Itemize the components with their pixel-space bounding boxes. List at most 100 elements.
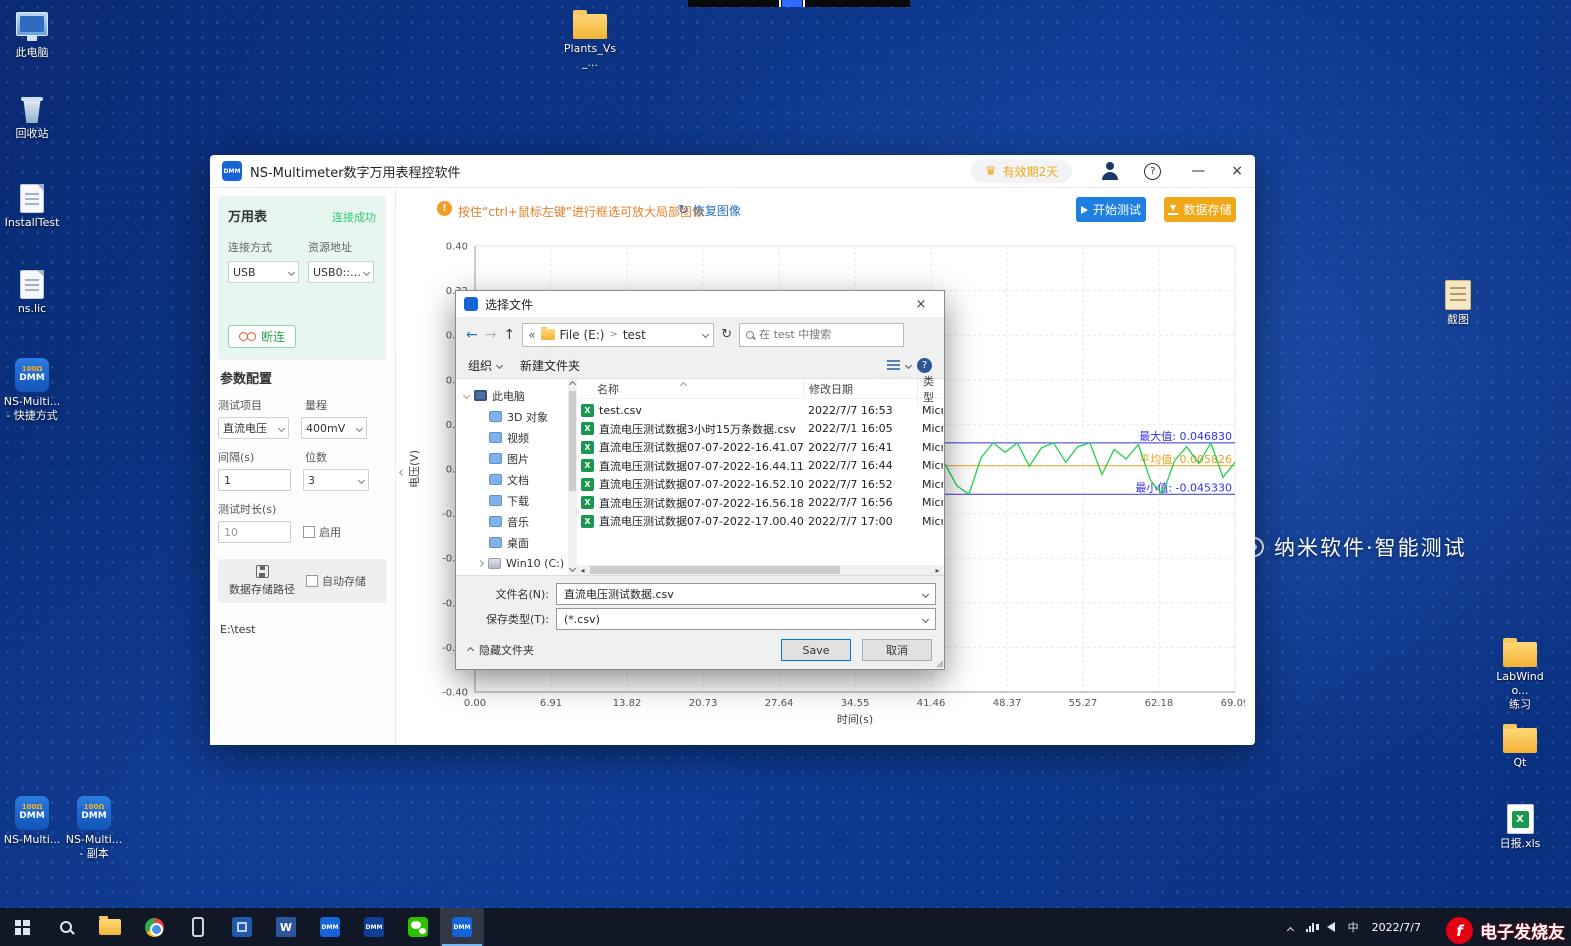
panel-collapse-handle[interactable]: ‹ bbox=[398, 463, 404, 481]
taskbar-word[interactable]: W bbox=[264, 908, 308, 946]
taskbar-app-1[interactable] bbox=[220, 908, 264, 946]
tree-item[interactable]: 3D 对象 bbox=[456, 406, 568, 427]
start-button[interactable] bbox=[0, 908, 44, 946]
refresh-icon[interactable]: ↻ bbox=[721, 327, 732, 342]
volume-icon[interactable] bbox=[1315, 922, 1335, 932]
desktop-icon-ns-lic[interactable]: ns.lic bbox=[0, 270, 64, 316]
taskbar-ns-multimeter-active[interactable]: DMM bbox=[440, 908, 484, 946]
forward-icon[interactable]: → bbox=[485, 327, 497, 343]
address-bar[interactable]: « File (E:) > test bbox=[522, 322, 715, 347]
resource-address-select[interactable]: USB0::0x1A bbox=[308, 261, 374, 283]
column-type[interactable]: 类型 bbox=[917, 372, 943, 405]
column-date[interactable]: 修改日期 bbox=[803, 380, 917, 397]
horizontal-scrollbar[interactable]: ◂ ▸ bbox=[577, 565, 943, 575]
dialog-close-icon[interactable]: × bbox=[906, 297, 936, 312]
scroll-right-icon[interactable]: ▸ bbox=[932, 566, 943, 575]
tree-expand-icon[interactable] bbox=[462, 391, 471, 400]
taskbar-explorer[interactable] bbox=[88, 908, 132, 946]
storage-path-button[interactable]: 数据存储路径 bbox=[222, 565, 302, 597]
new-folder-button[interactable]: 新建文件夹 bbox=[520, 357, 580, 374]
taskbar-dmm-2[interactable]: DMM bbox=[352, 908, 396, 946]
desktop-icon-ns-copy-a[interactable]: 100Ω DMM NS-Multi... bbox=[0, 796, 64, 847]
range-select[interactable]: 400mV bbox=[301, 417, 367, 439]
taskbar-dmm-1[interactable]: DMM bbox=[308, 908, 352, 946]
test-item-select[interactable]: 直流电压 bbox=[218, 417, 289, 439]
duration-input[interactable]: 10 bbox=[218, 521, 291, 543]
save-button[interactable]: Save bbox=[781, 639, 851, 661]
tree-expand-icon[interactable] bbox=[476, 559, 485, 568]
chevron-down-icon[interactable] bbox=[904, 361, 913, 369]
search-input[interactable] bbox=[759, 328, 898, 341]
tree-item[interactable]: 桌面 bbox=[456, 532, 568, 553]
disconnect-button[interactable]: 断连 bbox=[228, 325, 297, 348]
savetype-select[interactable]: (*.csv) bbox=[556, 608, 936, 630]
minimize-button[interactable]: — bbox=[1191, 163, 1205, 179]
tree-item[interactable]: 此电脑 bbox=[456, 385, 568, 406]
hide-folders-button[interactable]: 隐藏文件夹 bbox=[466, 642, 534, 658]
filename-input[interactable]: 直流电压测试数据.csv bbox=[556, 583, 936, 605]
autosave-checkbox[interactable]: 自动存储 bbox=[306, 573, 366, 589]
file-row[interactable]: X 直流电压测试数据3小时15万条数据.csv 2022/7/1 16:05 Micr bbox=[577, 420, 943, 439]
file-row[interactable]: X 直流电压测试数据07-07-2022-16.56.18... 2022/7/7 … bbox=[577, 494, 943, 513]
address-dropdown-icon[interactable] bbox=[702, 330, 710, 339]
column-name[interactable]: 名称 bbox=[577, 381, 803, 397]
enable-checkbox[interactable]: 启用 bbox=[303, 524, 341, 540]
desktop-icon-installtest[interactable]: InstallTest bbox=[0, 184, 64, 230]
taskbar-chrome[interactable] bbox=[132, 908, 176, 946]
file-row[interactable]: X 直流电压测试数据07-07-2022-16.52.10... 2022/7/7 … bbox=[577, 475, 943, 494]
taskbar-wechat[interactable] bbox=[396, 908, 440, 946]
start-test-button[interactable]: 开始测试 bbox=[1076, 197, 1146, 222]
taskbar-search[interactable] bbox=[44, 908, 88, 946]
tree-item[interactable]: 下载 bbox=[456, 490, 568, 511]
close-button[interactable]: × bbox=[1231, 163, 1243, 179]
scroll-down-icon[interactable] bbox=[568, 564, 577, 573]
desktop-icon-screenshot[interactable]: 截图 bbox=[1426, 280, 1490, 327]
breadcrumb-folder[interactable]: test bbox=[623, 328, 646, 342]
desktop-icon-this-pc[interactable]: 此电脑 bbox=[0, 12, 64, 60]
desktop-icon-labwindows[interactable]: LabWindo... 练习 bbox=[1488, 636, 1552, 711]
interval-input[interactable]: 1 bbox=[218, 469, 291, 491]
dialog-titlebar[interactable]: 选择文件 × bbox=[456, 291, 944, 317]
input-method-indicator[interactable]: 中 bbox=[1348, 919, 1359, 935]
view-mode-icon[interactable] bbox=[887, 360, 900, 370]
desktop-icon-ns-copy-b[interactable]: 100Ω DMM NS-Multi... - 副本 bbox=[62, 796, 126, 861]
tree-item[interactable]: Win10 (C:) bbox=[456, 553, 568, 574]
tray-expand-icon[interactable] bbox=[1286, 918, 1294, 937]
tree-item[interactable]: 音乐 bbox=[456, 511, 568, 532]
search-box[interactable] bbox=[739, 322, 905, 347]
desktop-icon-recycle-bin[interactable]: 回收站 bbox=[0, 96, 64, 141]
scrollbar-thumb[interactable] bbox=[590, 566, 840, 574]
breadcrumb-overflow-icon[interactable]: « bbox=[528, 328, 535, 342]
file-row[interactable]: Xtest.csv 2022/7/7 16:53 Micr bbox=[577, 401, 943, 420]
tree-scrollbar[interactable] bbox=[568, 379, 577, 575]
cancel-button[interactable]: 取消 bbox=[862, 639, 932, 661]
tree-item[interactable]: 文档 bbox=[456, 469, 568, 490]
up-icon[interactable]: ↑ bbox=[503, 327, 515, 343]
data-store-button[interactable]: 数据存储 bbox=[1164, 197, 1236, 222]
breadcrumb-drive[interactable]: File (E:) bbox=[560, 328, 605, 342]
organize-menu[interactable]: 组织 bbox=[468, 357, 504, 374]
scrollbar-thumb[interactable] bbox=[569, 391, 576, 491]
resize-grip[interactable]: ◢ bbox=[936, 659, 943, 669]
back-icon[interactable]: ← bbox=[466, 327, 478, 343]
dialog-help-icon[interactable]: ? bbox=[917, 357, 932, 373]
tree-item[interactable]: 视频 bbox=[456, 427, 568, 448]
connection-type-select[interactable]: USB bbox=[228, 261, 299, 283]
desktop-icon-ns-shortcut[interactable]: 100Ω DMM NS-Multi... - 快捷方式 bbox=[0, 358, 64, 423]
scroll-up-icon[interactable] bbox=[568, 380, 577, 389]
desktop-icon-qt[interactable]: Qt bbox=[1488, 722, 1552, 770]
desktop-icon-plants[interactable]: Plants_Vs_... bbox=[558, 8, 622, 70]
network-icon[interactable] bbox=[1305, 922, 1314, 932]
digits-select[interactable]: 3 bbox=[303, 469, 369, 491]
file-row[interactable]: X 直流电压测试数据07-07-2022-16.41.07... 2022/7/7 … bbox=[577, 438, 943, 457]
desktop-icon-daily-report[interactable]: X 日报.xls bbox=[1488, 804, 1552, 851]
taskbar-phone[interactable] bbox=[176, 908, 220, 946]
tree-item[interactable]: 图片 bbox=[456, 448, 568, 469]
help-icon[interactable]: ? bbox=[1144, 162, 1162, 180]
restore-image-button[interactable]: ↻ 恢复图像 bbox=[678, 202, 741, 219]
user-account-icon[interactable] bbox=[1100, 162, 1120, 180]
taskbar-clock[interactable]: 2022/7/7 bbox=[1372, 921, 1421, 934]
app-titlebar[interactable]: DMM NS-Multimeter数字万用表程控软件 ♛ 有效期2天 ? — × bbox=[210, 155, 1255, 188]
file-row[interactable]: X 直流电压测试数据07-07-2022-16.44.11... 2022/7/7 … bbox=[577, 457, 943, 476]
license-badge[interactable]: ♛ 有效期2天 bbox=[970, 159, 1073, 183]
